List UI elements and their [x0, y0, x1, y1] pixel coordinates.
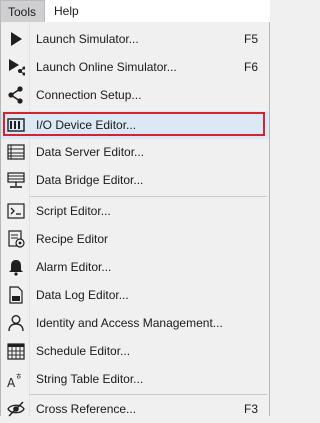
menu-item-identity-access-management[interactable]: Identity and Access Management...: [1, 309, 269, 337]
menu-item-alarm-editor[interactable]: Alarm Editor...: [1, 253, 269, 281]
string-table-icon: A ㅎ: [7, 370, 25, 388]
menu-item-data-server-editor[interactable]: Data Server Editor...: [1, 138, 269, 166]
menu-item-label: Recipe Editor: [36, 232, 109, 246]
menu-item-script-editor[interactable]: Script Editor...: [1, 197, 269, 225]
menu-item-label: Cross Reference...: [36, 402, 137, 416]
data-bridge-icon: [7, 171, 25, 189]
menu-item-string-table-editor[interactable]: A ㅎ String Table Editor...: [1, 365, 269, 393]
cross-reference-icon: [7, 400, 25, 418]
menu-item-shortcut: F5: [243, 32, 258, 46]
menu-item-label: Identity and Access Management...: [36, 316, 223, 330]
menu-bar: Tools Help: [0, 0, 270, 22]
data-server-icon: [7, 143, 25, 161]
io-device-icon: [7, 116, 25, 134]
menu-item-shortcut: F6: [243, 60, 258, 74]
menu-item-label: Data Bridge Editor...: [36, 173, 144, 187]
user-icon: [7, 314, 25, 332]
tools-dropdown-menu: Launch Simulator... F5 Launch Online Sim…: [0, 22, 270, 417]
menu-item-label: Launch Online Simulator...: [36, 60, 177, 74]
menu-item-data-log-editor[interactable]: Data Log Editor...: [1, 281, 269, 309]
menu-item-label: Connection Setup...: [36, 88, 142, 102]
menu-item-schedule-editor[interactable]: Schedule Editor...: [1, 337, 269, 365]
menu-item-io-device-editor[interactable]: I/O Device Editor...: [1, 111, 269, 139]
play-icon: [7, 30, 25, 48]
menu-item-data-bridge-editor[interactable]: Data Bridge Editor...: [1, 166, 269, 194]
svg-text:ㅎ: ㅎ: [15, 372, 22, 381]
script-icon: [7, 202, 25, 220]
menu-item-launch-simulator[interactable]: Launch Simulator... F5: [1, 25, 269, 53]
menu-item-cross-reference[interactable]: Cross Reference... F3: [1, 395, 269, 423]
recipe-icon: [7, 230, 25, 248]
menu-item-label: Data Server Editor...: [36, 145, 145, 159]
menu-help[interactable]: Help: [54, 0, 79, 22]
online-simulator-icon: [7, 58, 25, 76]
menu-item-label: Schedule Editor...: [36, 344, 131, 358]
menu-item-label: Data Log Editor...: [36, 288, 129, 302]
menu-tools[interactable]: Tools: [0, 0, 45, 22]
calendar-icon: [7, 342, 25, 360]
menu-item-connection-setup[interactable]: Connection Setup...: [1, 81, 269, 109]
menu-item-label: Alarm Editor...: [36, 260, 112, 274]
menu-item-recipe-editor[interactable]: Recipe Editor: [1, 225, 269, 253]
data-log-icon: [7, 286, 25, 304]
menu-item-label: I/O Device Editor...: [36, 118, 137, 132]
menu-item-label: Script Editor...: [36, 204, 111, 218]
menu-item-launch-online-simulator[interactable]: Launch Online Simulator... F6: [1, 53, 269, 81]
share-nodes-icon: [7, 86, 25, 104]
bell-icon: [7, 258, 25, 276]
menu-item-label: Launch Simulator...: [36, 32, 139, 46]
menu-item-label: String Table Editor...: [36, 372, 144, 386]
menu-item-shortcut: F3: [243, 402, 258, 416]
